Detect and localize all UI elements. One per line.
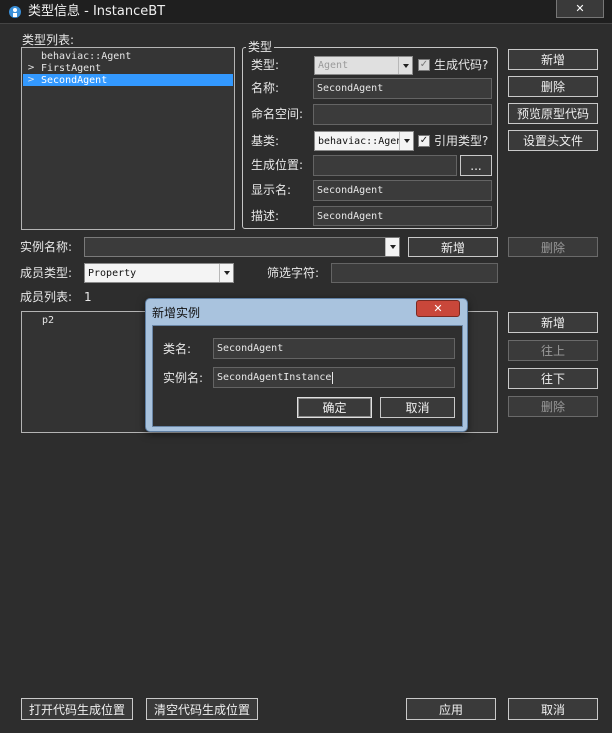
- add-type-label: 新增: [540, 53, 565, 67]
- member-list-label: 成员列表:: [20, 290, 73, 304]
- set-header-button[interactable]: 设置头文件: [508, 130, 598, 151]
- instance-name-value: SecondAgentInstance: [217, 372, 332, 383]
- list-item-label: behaviac::Agent: [41, 50, 132, 62]
- move-down-label: 往下: [540, 372, 565, 386]
- dialog-cancel-button[interactable]: 取消: [380, 397, 455, 418]
- name-label: 名称:: [251, 81, 280, 95]
- base-select[interactable]: behaviac::Agent: [314, 131, 414, 151]
- delete-instance-button[interactable]: 删除: [508, 237, 598, 257]
- desc-field[interactable]: SecondAgent: [313, 206, 492, 226]
- expand-arrow-icon[interactable]: >: [23, 63, 39, 73]
- move-down-button[interactable]: 往下: [508, 368, 598, 389]
- dialog-close-button[interactable]: ✕: [416, 300, 460, 317]
- cancel-button[interactable]: 取消: [508, 698, 598, 720]
- window-title: 类型信息 - InstanceBT: [28, 4, 166, 19]
- delete-instance-label: 删除: [540, 240, 565, 255]
- display-name-label: 显示名:: [251, 183, 292, 197]
- base-select-value: behaviac::Agent: [318, 135, 409, 147]
- delete-member-button[interactable]: 删除: [508, 396, 598, 417]
- display-name-field[interactable]: SecondAgent: [313, 180, 492, 201]
- chevron-down-icon: [398, 57, 412, 74]
- class-name-field[interactable]: SecondAgent: [213, 338, 455, 359]
- dialog-body: 类名: SecondAgent 实例名: SecondAgentInstance…: [152, 325, 463, 427]
- list-item[interactable]: > SecondAgent: [23, 74, 233, 86]
- instance-label: 实例名称:: [20, 240, 73, 254]
- member-type-label: 成员类型:: [20, 266, 73, 280]
- add-type-button[interactable]: 新增: [508, 49, 598, 70]
- open-location-label: 打开代码生成位置: [28, 702, 125, 717]
- cancel-label: 取消: [540, 702, 565, 717]
- dialog-cancel-label: 取消: [405, 401, 430, 415]
- desc-value: SecondAgent: [317, 210, 384, 222]
- desc-label: 描述:: [251, 209, 280, 223]
- close-icon: ✕: [575, 2, 585, 15]
- ref-type-label: 引用类型?: [434, 134, 489, 148]
- instance-select[interactable]: [84, 237, 400, 257]
- set-header-label: 设置头文件: [522, 134, 583, 148]
- instance-name-label: 实例名:: [163, 371, 204, 385]
- type-select[interactable]: Agent: [314, 56, 413, 75]
- add-instance-label: 新增: [440, 240, 465, 255]
- close-icon: ✕: [433, 302, 443, 315]
- base-label: 基类:: [251, 134, 280, 148]
- list-item-label: SecondAgent: [41, 74, 108, 86]
- name-field-value: SecondAgent: [317, 83, 384, 94]
- add-member-label: 新增: [540, 316, 565, 330]
- namespace-field[interactable]: [313, 104, 492, 125]
- browse-button[interactable]: ...: [460, 155, 492, 176]
- preview-code-button[interactable]: 预览原型代码: [508, 103, 598, 124]
- name-field[interactable]: SecondAgent: [313, 78, 492, 99]
- expand-arrow-icon[interactable]: >: [23, 75, 39, 85]
- instance-name-field[interactable]: SecondAgentInstance: [213, 367, 455, 388]
- list-item[interactable]: > FirstAgent: [23, 62, 233, 74]
- list-item-label: FirstAgent: [41, 62, 102, 74]
- apply-button[interactable]: 应用: [406, 698, 496, 720]
- apply-label: 应用: [438, 702, 463, 717]
- text-cursor: [332, 371, 334, 384]
- delete-type-label: 删除: [540, 80, 565, 94]
- list-item[interactable]: p2: [42, 315, 54, 326]
- ok-label: 确定: [322, 401, 347, 415]
- filter-field[interactable]: [331, 263, 498, 283]
- add-member-button[interactable]: 新增: [508, 312, 598, 333]
- ok-button[interactable]: 确定: [297, 397, 372, 418]
- browse-label: ...: [470, 158, 482, 173]
- display-name-value: SecondAgent: [317, 185, 384, 196]
- add-instance-button[interactable]: 新增: [408, 237, 498, 257]
- chevron-down-icon: [399, 132, 413, 150]
- type-select-value: Agent: [318, 60, 349, 71]
- type-list[interactable]: behaviac::Agent > FirstAgent > SecondAgent: [21, 47, 235, 230]
- type-list-label: 类型列表:: [22, 33, 75, 47]
- chevron-down-icon: [219, 264, 233, 282]
- ref-type-checkbox[interactable]: ✓: [418, 135, 430, 147]
- type-group-legend: 类型: [246, 40, 275, 54]
- filter-label: 筛选字符:: [267, 266, 320, 280]
- member-count: 1: [84, 290, 92, 304]
- chevron-down-icon: [385, 238, 399, 256]
- class-name-label: 类名:: [163, 342, 192, 356]
- delete-member-label: 删除: [540, 400, 565, 414]
- delete-type-button[interactable]: 删除: [508, 76, 598, 97]
- dialog-title: 新增实例: [152, 306, 201, 320]
- window-close-button[interactable]: ✕: [556, 0, 604, 18]
- class-name-value: SecondAgent: [217, 343, 284, 354]
- app-icon: [8, 5, 22, 19]
- new-instance-dialog: 新增实例 ✕ 类名: SecondAgent 实例名: SecondAgentI…: [145, 298, 468, 432]
- clear-location-button[interactable]: 清空代码生成位置: [146, 698, 258, 720]
- namespace-label: 命名空间:: [251, 107, 304, 121]
- gen-location-field[interactable]: [313, 155, 457, 176]
- open-location-button[interactable]: 打开代码生成位置: [21, 698, 133, 720]
- list-item[interactable]: behaviac::Agent: [23, 50, 233, 62]
- gen-code-checkbox[interactable]: ✓: [418, 59, 430, 71]
- gen-code-label: 生成代码?: [434, 58, 489, 72]
- gen-location-label: 生成位置:: [251, 158, 304, 172]
- member-type-value: Property: [88, 267, 137, 279]
- title-bar: 类型信息 - InstanceBT ✕: [0, 0, 612, 24]
- clear-location-label: 清空代码生成位置: [153, 702, 250, 717]
- member-type-select[interactable]: Property: [84, 263, 234, 283]
- type-label: 类型:: [251, 58, 280, 72]
- move-up-label: 往上: [540, 344, 565, 358]
- preview-code-label: 预览原型代码: [516, 107, 589, 121]
- move-up-button[interactable]: 往上: [508, 340, 598, 361]
